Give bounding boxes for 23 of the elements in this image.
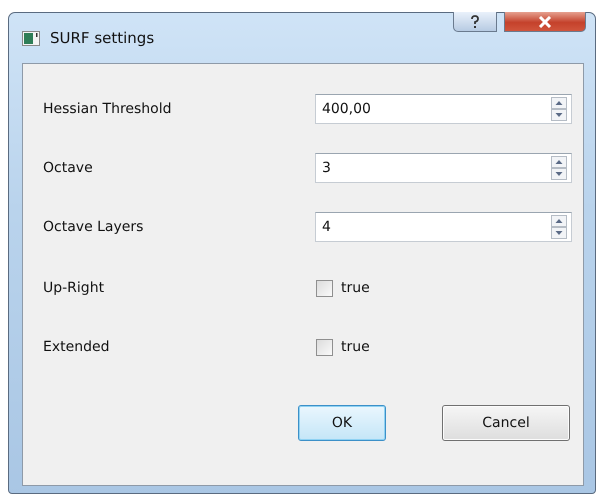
close-button[interactable] [504,12,586,32]
field-label: Extended [43,339,110,355]
window-title: SURF settings [50,29,154,47]
window-icon [22,30,40,46]
spin-box[interactable]: 400,00 [314,94,572,124]
spin-arrows-icon[interactable] [551,215,567,239]
field-label: Octave [43,160,94,176]
help-icon [470,14,480,28]
dialog-button[interactable]: Cancel [442,405,570,441]
spin-arrows-icon[interactable] [551,156,567,180]
spin-box[interactable]: 4 [314,212,572,242]
help-button[interactable] [453,12,497,32]
default-button[interactable]: OK [298,405,386,441]
checkbox-label: true [341,280,370,296]
spin-arrows-icon[interactable] [551,97,567,121]
close-icon [538,16,552,28]
spin-box[interactable]: 3 [314,153,572,183]
field-label: Hessian Threshold [43,101,173,117]
checkbox-label: true [341,339,370,355]
checkbox[interactable] [316,338,333,356]
checkbox[interactable] [316,280,333,296]
field-label: Octave Layers [43,219,144,235]
field-label: Up-Right [43,280,106,296]
